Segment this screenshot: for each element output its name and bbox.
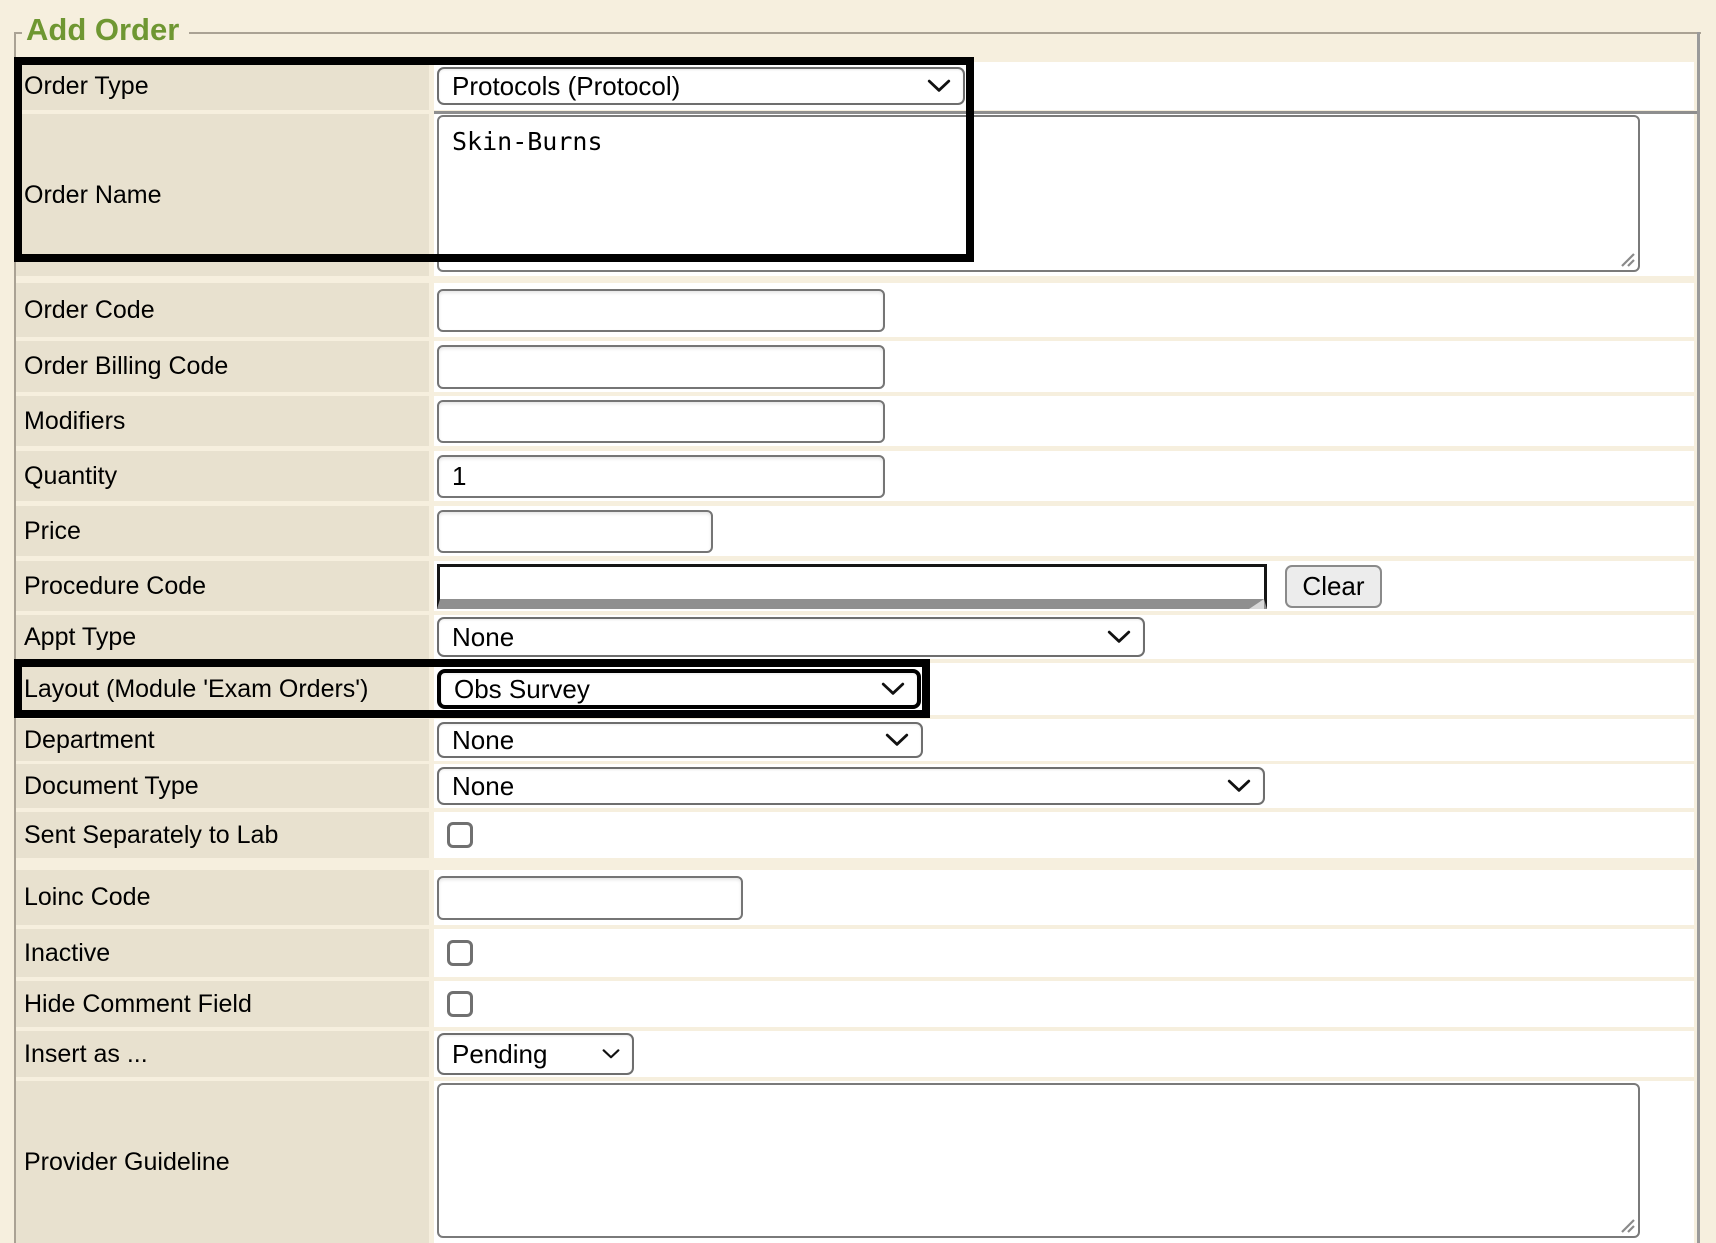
chevron-down-icon <box>1107 631 1131 644</box>
row-label-order_billing_code: Order Billing Code <box>16 341 429 392</box>
insert_as-select[interactable]: Pending <box>437 1033 634 1075</box>
label-text: Appt Type <box>16 623 136 652</box>
selected-option: None <box>439 725 514 756</box>
label-text: Order Name <box>16 181 162 210</box>
row-label-order_type: Order Type <box>16 62 429 110</box>
chevron-down-icon <box>885 734 909 747</box>
label-text: Quantity <box>16 462 117 491</box>
resize-grip-icon[interactable] <box>1619 251 1635 267</box>
row-label-loinc_code: Loinc Code <box>16 870 429 925</box>
label-text: Order Code <box>16 296 155 325</box>
resize-notch <box>1249 599 1264 609</box>
resize-grip-icon[interactable] <box>1619 1217 1635 1233</box>
row-label-order_code: Order Code <box>16 283 429 337</box>
label-text: Order Type <box>16 72 149 101</box>
label-text: Price <box>16 517 81 546</box>
label-text: Sent Separately to Lab <box>16 821 278 850</box>
order_name-textarea[interactable]: Skin-Burns <box>437 115 1640 272</box>
row-label-provider_guideline: Provider Guideline <box>16 1081 429 1243</box>
loinc_code-input[interactable] <box>437 876 743 920</box>
row-divider-line <box>434 111 1697 114</box>
order_code-input[interactable] <box>437 289 885 332</box>
modifiers-input[interactable] <box>437 400 885 443</box>
layout-select[interactable]: Obs Survey <box>437 669 921 709</box>
label-text: Order Billing Code <box>16 352 228 381</box>
textarea-value <box>439 1085 1638 1095</box>
row-label-quantity: Quantity <box>16 451 429 501</box>
label-text: Loinc Code <box>16 883 150 912</box>
textarea-value: Skin-Burns <box>439 117 1638 156</box>
row-label-document_type: Document Type <box>16 764 429 808</box>
document_type-select[interactable]: None <box>437 767 1265 805</box>
row-value-cell-sent_separately_to_lab <box>434 812 1694 858</box>
row-label-layout: Layout (Module 'Exam Orders') <box>16 663 429 715</box>
page-title: Add Order <box>22 12 189 48</box>
label-text: Layout (Module 'Exam Orders') <box>16 675 368 704</box>
chevron-down-icon <box>927 80 951 93</box>
provider_guideline-textarea[interactable] <box>437 1083 1640 1238</box>
row-label-inactive: Inactive <box>16 929 429 977</box>
label-text: Procedure Code <box>16 572 206 601</box>
selected-option: Protocols (Protocol) <box>439 71 680 102</box>
selected-option: Pending <box>439 1039 547 1070</box>
selected-option: None <box>439 622 514 653</box>
order_billing_code-input[interactable] <box>437 345 885 389</box>
row-label-sent_separately_to_lab: Sent Separately to Lab <box>16 812 429 858</box>
label-text: Document Type <box>16 772 199 801</box>
row-label-appt_type: Appt Type <box>16 615 429 659</box>
label-text: Modifiers <box>16 407 125 436</box>
price-input[interactable] <box>437 510 713 553</box>
label-text: Inactive <box>16 939 110 968</box>
row-value-cell-hide_comment_field <box>434 981 1694 1027</box>
chevron-down-icon <box>1227 780 1251 793</box>
label-text: Hide Comment Field <box>16 990 252 1019</box>
label-text: Department <box>16 726 155 755</box>
input-value: 1 <box>439 461 466 492</box>
row-label-modifiers: Modifiers <box>16 396 429 446</box>
row-label-price: Price <box>16 506 429 556</box>
order_type-select[interactable]: Protocols (Protocol) <box>437 67 965 105</box>
hide_comment_field-checkbox[interactable] <box>447 991 473 1017</box>
chevron-down-icon <box>602 1049 620 1059</box>
add-order-screen: Add Order Order Type Protocols (Protocol)… <box>0 0 1716 1243</box>
label-text: Provider Guideline <box>16 1148 230 1177</box>
fieldset-border-top <box>14 32 1701 34</box>
row-label-hide_comment_field: Hide Comment Field <box>16 981 429 1027</box>
row-label-department: Department <box>16 719 429 761</box>
chevron-down-icon <box>881 683 905 696</box>
selected-option: None <box>439 771 514 802</box>
procedure_code-clear-button[interactable]: Clear <box>1285 565 1382 608</box>
label-text: Insert as ... <box>16 1040 148 1069</box>
quantity-input[interactable]: 1 <box>437 455 885 498</box>
row-label-order_name: Order Name <box>16 114 429 276</box>
fieldset-border-right <box>1697 32 1700 1243</box>
selected-option: Obs Survey <box>441 674 590 705</box>
inactive-checkbox[interactable] <box>447 940 473 966</box>
row-label-procedure_code: Procedure Code <box>16 561 429 611</box>
sent_separately_to_lab-checkbox[interactable] <box>447 822 473 848</box>
appt_type-select[interactable]: None <box>437 617 1145 657</box>
row-label-insert_as: Insert as ... <box>16 1031 429 1077</box>
row-value-cell-inactive <box>434 929 1694 977</box>
procedure_code-textarea[interactable] <box>437 564 1267 609</box>
department-select[interactable]: None <box>437 722 923 758</box>
